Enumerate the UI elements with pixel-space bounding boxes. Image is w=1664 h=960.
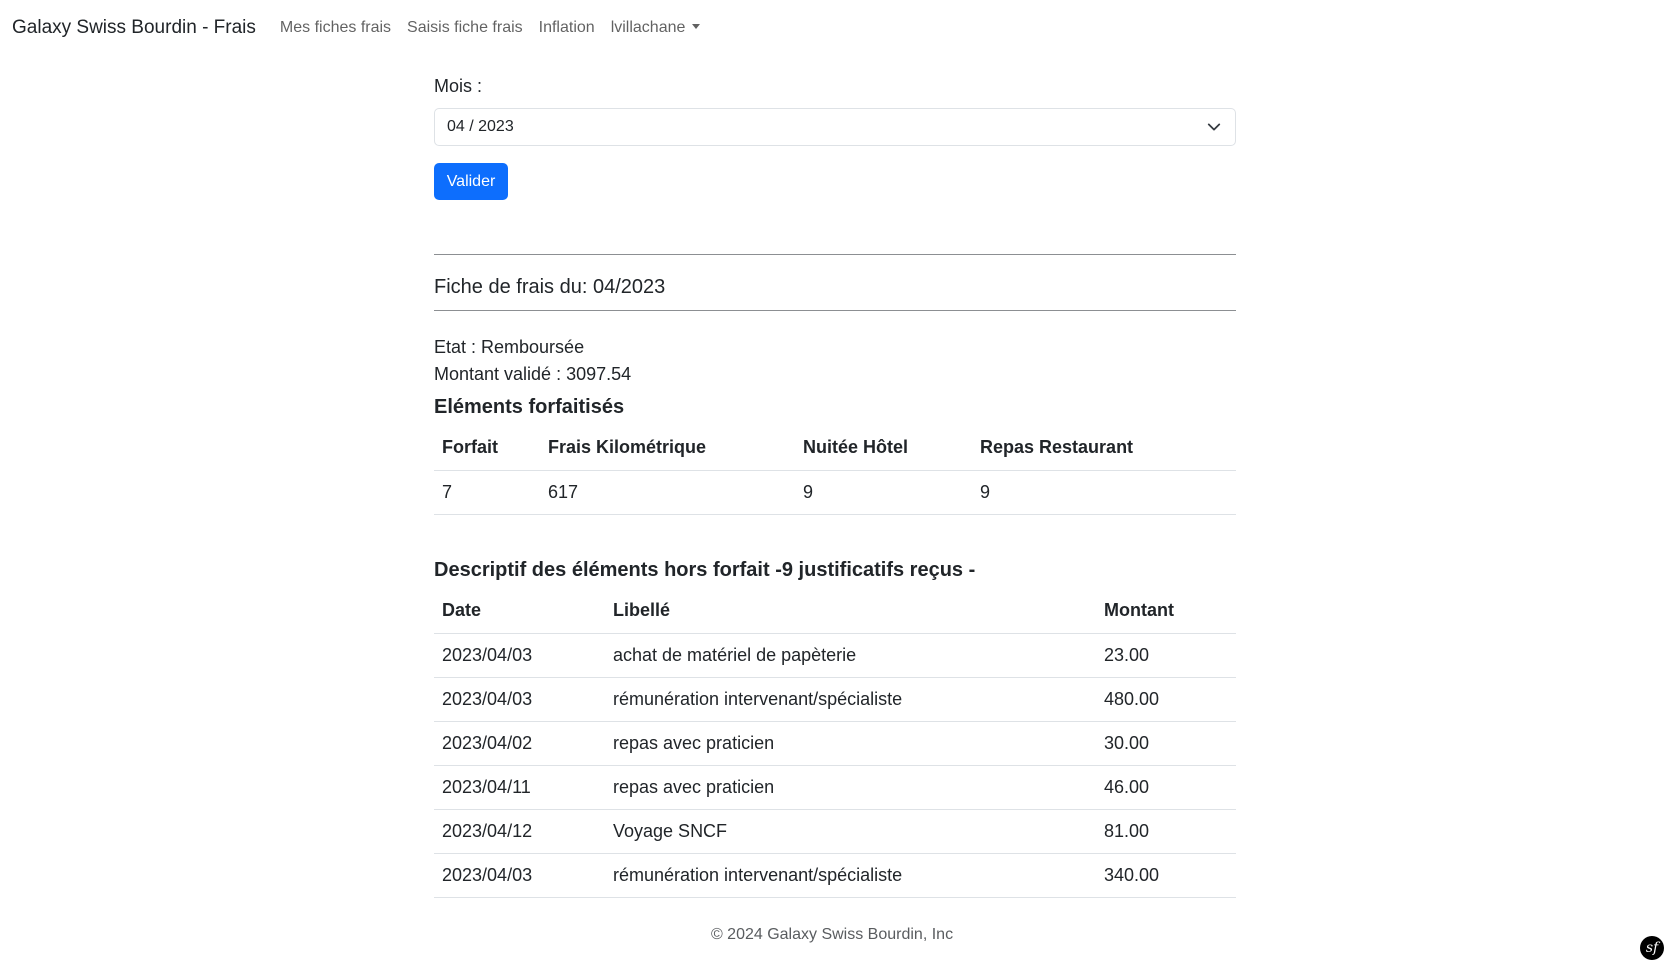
date-cell: 2023/04/12 (434, 809, 605, 854)
libelle-cell: Voyage SNCF (605, 809, 1096, 854)
mois-label: Mois : (434, 76, 483, 96)
libelle-cell: rémunération intervenant/spécialiste (605, 677, 1096, 722)
nav-link-inflation[interactable]: Inflation (539, 19, 595, 37)
column-header: Forfait (434, 426, 540, 471)
caret-down-icon (692, 24, 701, 29)
symfony-icon[interactable]: sf (1640, 936, 1664, 960)
table-row: 2023/04/03 rémunération intervenant/spéc… (434, 677, 1236, 722)
chevron-down-icon (1207, 123, 1221, 131)
month-select-value: 04 / 2023 (447, 118, 514, 135)
footer-copyright: © 2024 Galaxy Swiss Bourdin, Inc (710, 926, 954, 943)
table-cell: 9 (972, 470, 1236, 515)
table-header-row: Date Libellé Montant (434, 589, 1236, 634)
table-cell: 617 (540, 470, 795, 515)
hors-forfait-table: Date Libellé Montant 2023/04/03 achat de… (434, 589, 1236, 898)
divider (434, 310, 1236, 311)
valider-button[interactable]: Valider (434, 163, 508, 200)
forfait-section-title: Eléments forfaitisés (434, 396, 625, 418)
divider (434, 254, 1236, 255)
table-cell: 9 (795, 470, 972, 515)
user-dropdown-label: lvillachane (610, 19, 686, 36)
date-cell: 2023/04/03 (434, 677, 605, 722)
table-row: 2023/04/12 Voyage SNCF 81.00 (434, 809, 1236, 854)
date-cell: 2023/04/02 (434, 721, 605, 766)
table-row: 2023/04/03 achat de matériel de papèteri… (434, 633, 1236, 678)
month-select[interactable]: 04 / 2023 (434, 108, 1236, 146)
forfait-table: Forfait Frais Kilométrique Nuitée Hôtel … (434, 426, 1236, 515)
libelle-cell: repas avec praticien (605, 721, 1096, 766)
table-row: 2023/04/03 rémunération intervenant/spéc… (434, 853, 1236, 898)
montant-cell: 30.00 (1096, 721, 1236, 766)
navbar-brand[interactable]: Galaxy Swiss Bourdin - Frais (12, 17, 256, 39)
date-cell: 2023/04/03 (434, 633, 605, 678)
footer: © 2024 Galaxy Swiss Bourdin, Inc (0, 926, 1664, 944)
column-header: Nuitée Hôtel (795, 426, 972, 471)
montant-cell: 340.00 (1096, 853, 1236, 898)
column-header: Date (434, 589, 605, 634)
etat-text: Etat : Remboursée (434, 337, 585, 357)
nav-link-saisis-fiche-frais[interactable]: Saisis fiche frais (407, 19, 523, 37)
table-row: 2023/04/11 repas avec praticien 46.00 (434, 765, 1236, 810)
montant-valide-text: Montant validé : 3097.54 (434, 364, 632, 384)
table-row: 2023/04/02 repas avec praticien 30.00 (434, 721, 1236, 766)
nav-link-mes-fiches-frais[interactable]: Mes fiches frais (280, 19, 391, 37)
libelle-cell: repas avec praticien (605, 765, 1096, 810)
table-row: 7 617 9 9 (434, 470, 1236, 515)
table-header-row: Forfait Frais Kilométrique Nuitée Hôtel … (434, 426, 1236, 471)
table-cell: 7 (434, 470, 540, 515)
montant-cell: 23.00 (1096, 633, 1236, 678)
libelle-cell: rémunération intervenant/spécialiste (605, 853, 1096, 898)
fiche-title: Fiche de frais du: 04/2023 (434, 276, 666, 298)
date-cell: 2023/04/03 (434, 853, 605, 898)
column-header: Frais Kilométrique (540, 426, 795, 471)
hors-forfait-section-title: Descriptif des éléments hors forfait -9 … (434, 559, 976, 581)
montant-cell: 480.00 (1096, 677, 1236, 722)
date-cell: 2023/04/11 (434, 765, 605, 810)
column-header: Repas Restaurant (972, 426, 1236, 471)
montant-cell: 81.00 (1096, 809, 1236, 854)
libelle-cell: achat de matériel de papèterie (605, 633, 1096, 678)
user-dropdown[interactable]: lvillachane (611, 19, 701, 37)
navbar: Galaxy Swiss Bourdin - Frais Mes fiches … (0, 0, 1664, 56)
column-header: Libellé (605, 589, 1096, 634)
column-header: Montant (1096, 589, 1236, 634)
montant-cell: 46.00 (1096, 765, 1236, 810)
